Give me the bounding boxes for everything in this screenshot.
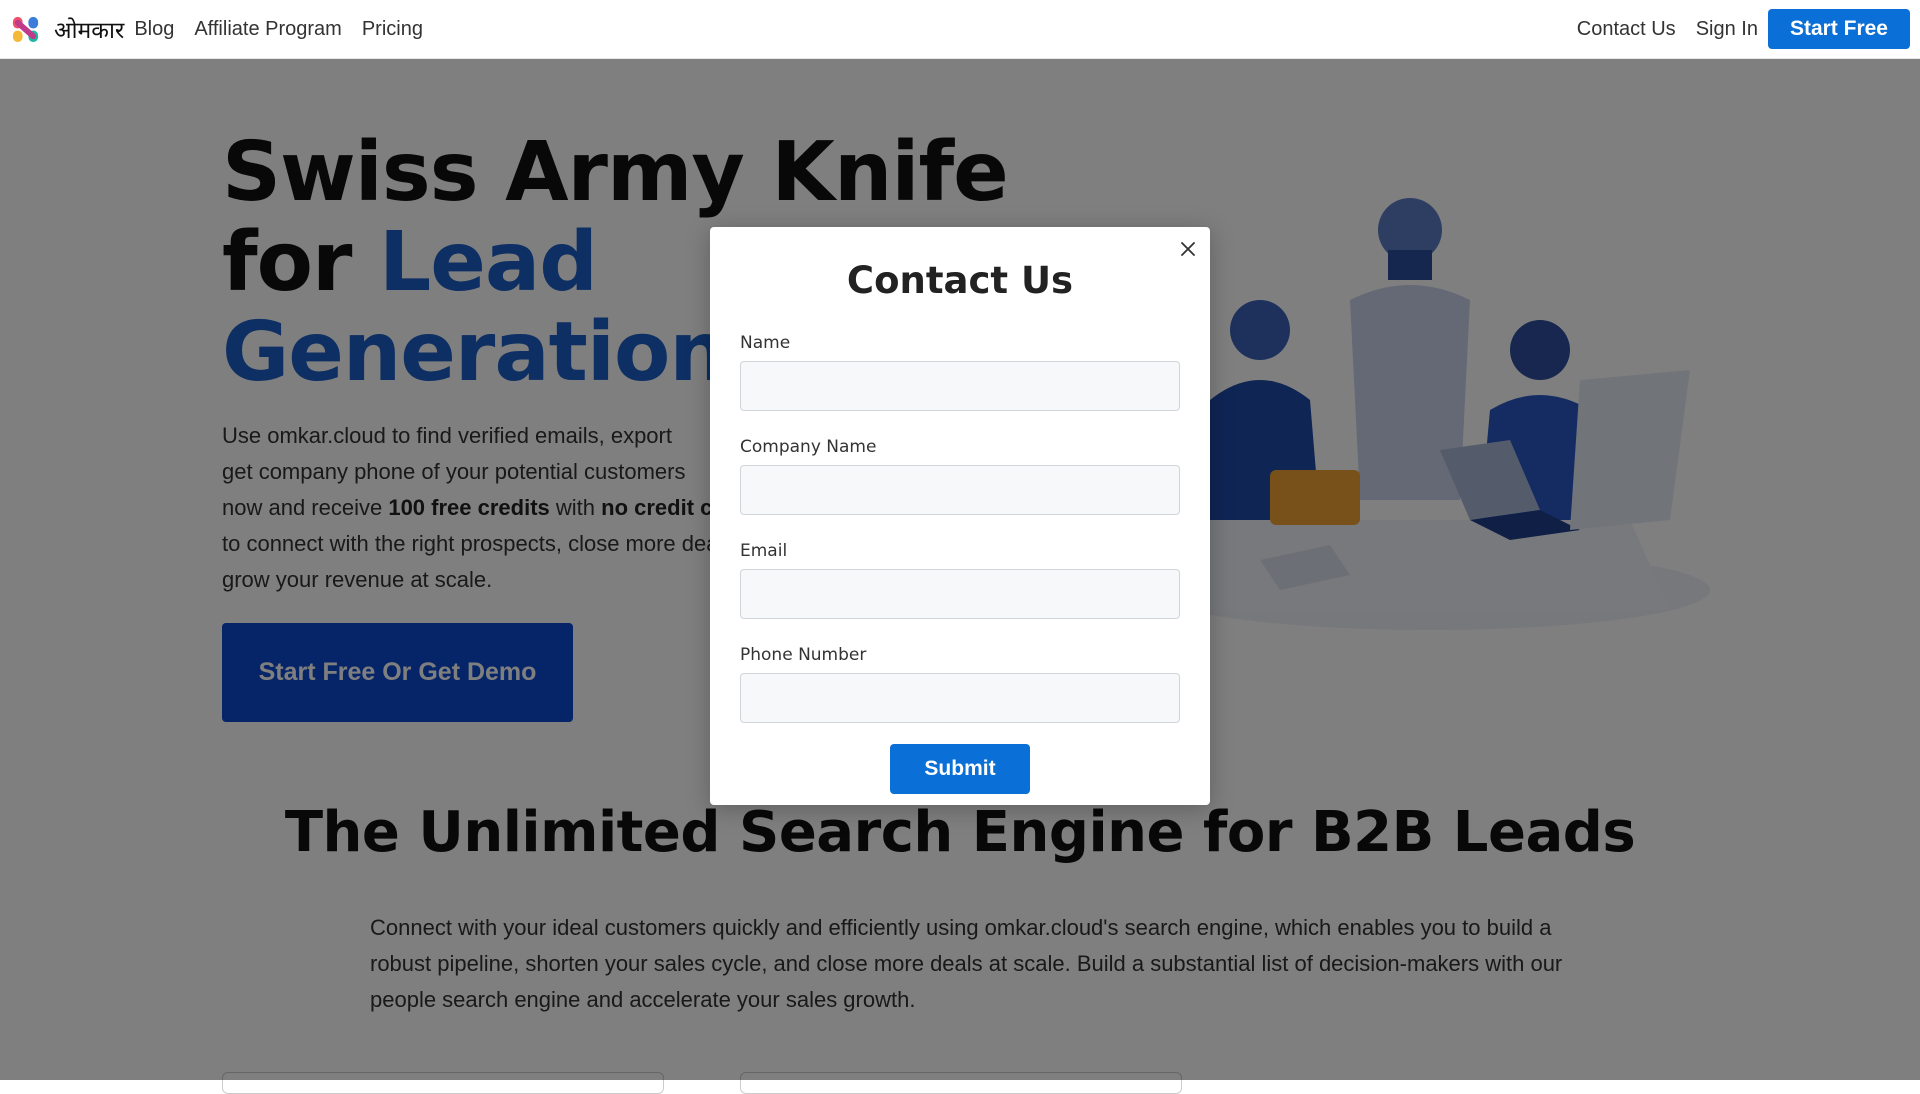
modal-backdrop-nav[interactable] [0,0,1920,59]
contact-us-modal: Contact Us Name Company Name Email Phone… [710,227,1210,805]
modal-title: Contact Us [846,259,1074,302]
submit-button[interactable]: Submit [890,744,1030,794]
email-input[interactable] [740,569,1180,619]
name-input[interactable] [740,361,1180,411]
name-label: Name [740,333,791,353]
phone-number-input[interactable] [740,673,1180,723]
phone-number-label: Phone Number [740,645,867,665]
email-label: Email [740,541,788,561]
company-name-label: Company Name [740,437,877,457]
company-name-input[interactable] [740,465,1180,515]
close-icon [1181,242,1195,256]
close-icon[interactable] [1176,237,1200,261]
